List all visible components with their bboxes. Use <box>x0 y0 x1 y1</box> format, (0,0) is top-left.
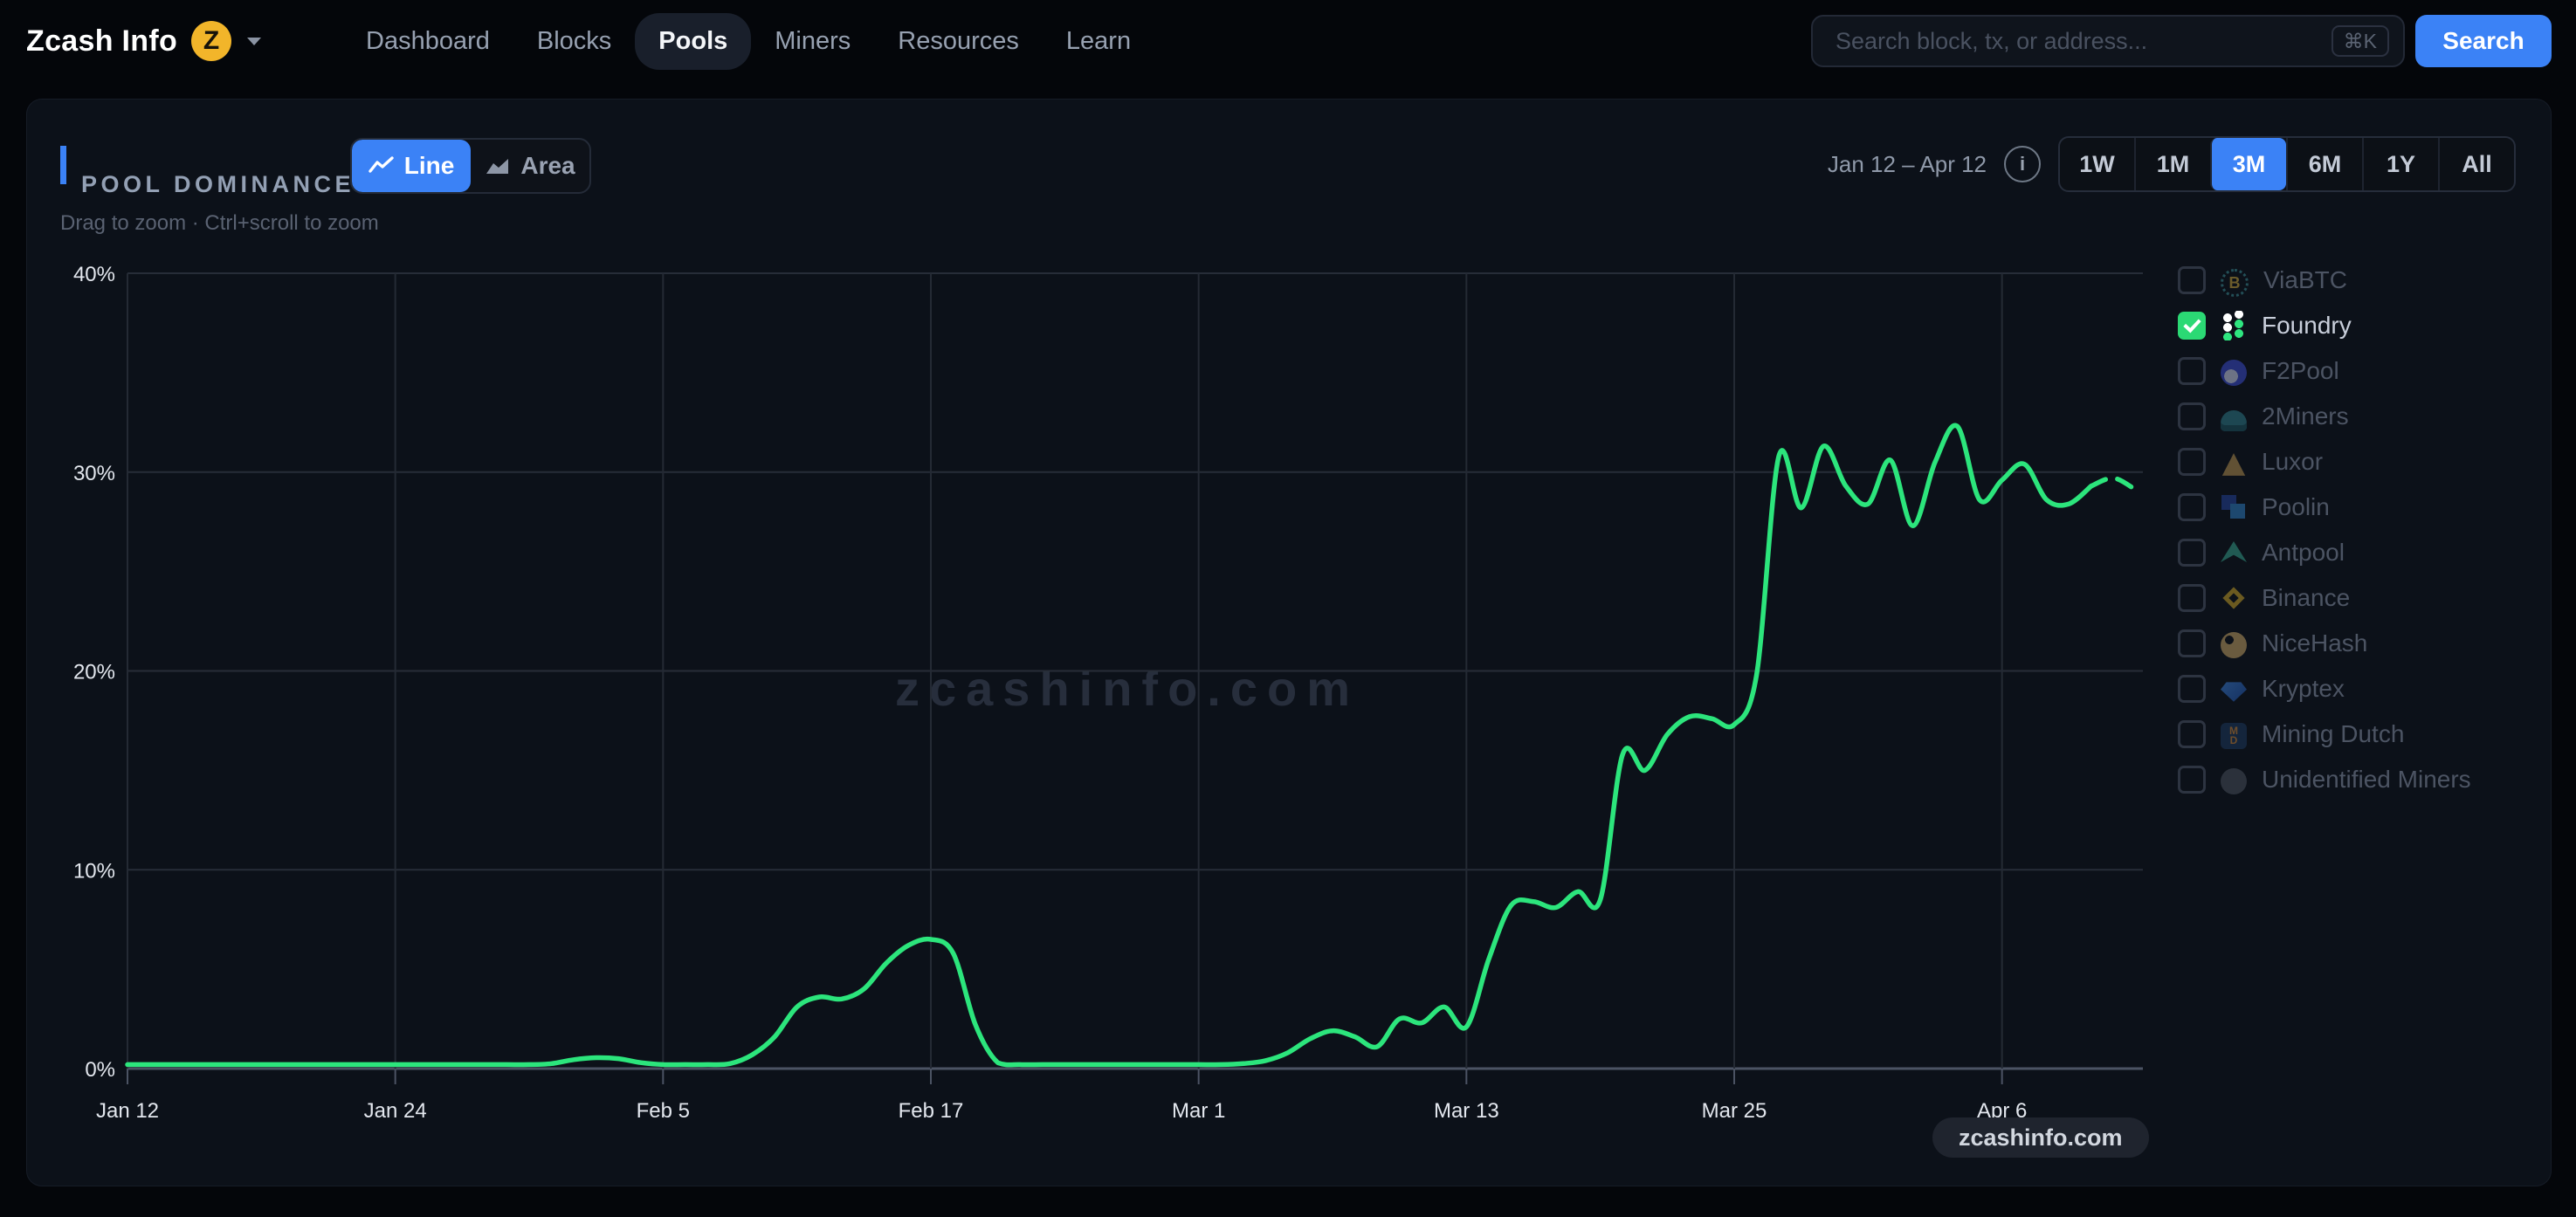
antpool-pool-icon <box>2221 541 2247 562</box>
2miners-pool-icon <box>2221 410 2247 431</box>
unchecked-checkbox[interactable] <box>2178 357 2206 385</box>
binance-pool-icon <box>2221 583 2247 613</box>
nav-item-blocks[interactable]: Blocks <box>513 13 635 70</box>
brand-title: Zcash Info <box>26 24 178 58</box>
brand[interactable]: Zcash Info Z <box>26 0 262 82</box>
y-axis-label: 20% <box>73 661 115 684</box>
legend-label: NiceHash <box>2262 629 2368 657</box>
x-axis-label: Jan 24 <box>364 1099 427 1123</box>
foundry-series-line-latest-dashed <box>2089 475 2139 492</box>
y-axis-label: 40% <box>73 263 115 286</box>
x-axis-label: Mar 13 <box>1434 1099 1499 1123</box>
pool-legend: ViaBTC Foundry F2Pool 2Miners Luxor Poolin Ant… <box>2178 258 2471 802</box>
pool-icon-letters: MD <box>2229 725 2238 746</box>
unchecked-checkbox[interactable] <box>2178 629 2206 657</box>
search-box: ⌘K <box>1811 15 2405 67</box>
main-menu: Dashboard Blocks Pools Miners Resources Learn <box>342 0 1154 82</box>
kryptex-pool-icon <box>2221 682 2247 702</box>
unchecked-checkbox[interactable] <box>2178 584 2206 612</box>
kbd-shortcut-badge: ⌘K <box>2331 25 2389 57</box>
unchecked-checkbox[interactable] <box>2178 720 2206 748</box>
legend-item-binance[interactable]: Binance <box>2178 575 2471 621</box>
legend-label: Foundry <box>2262 312 2352 339</box>
mining-dutch-pool-icon: MD <box>2221 723 2247 749</box>
legend-item-foundry[interactable]: Foundry <box>2178 303 2471 348</box>
search-button[interactable]: Search <box>2415 15 2552 67</box>
unchecked-checkbox[interactable] <box>2178 493 2206 521</box>
legend-item-mining-dutch[interactable]: M D Mining Dutch <box>2178 712 2471 757</box>
legend-item-poolin[interactable]: Poolin <box>2178 485 2471 530</box>
y-axis-label: 0% <box>85 1058 115 1082</box>
x-axis-label: Jan 12 <box>96 1099 159 1123</box>
legend-label: Poolin <box>2262 493 2330 520</box>
y-axis-label: 30% <box>73 462 115 485</box>
legend-label: 2Miners <box>2262 402 2349 430</box>
legend-label: Binance <box>2262 584 2351 611</box>
x-axis-label: Mar 1 <box>1172 1099 1225 1123</box>
legend-label: F2Pool <box>2262 357 2339 384</box>
unchecked-checkbox[interactable] <box>2178 266 2206 294</box>
x-axis-label: Feb 5 <box>637 1099 690 1123</box>
legend-item-luxor[interactable]: Luxor <box>2178 439 2471 485</box>
top-nav-bar: Zcash Info Z Dashboard Blocks Pools Miners R… <box>0 0 2576 82</box>
legend-item-unidentified-miners[interactable]: Unidentified Miners <box>2178 757 2471 802</box>
unidentified-miners-pool-icon <box>2221 768 2247 794</box>
chart-gridlines <box>127 272 2143 1084</box>
unchecked-checkbox[interactable] <box>2178 675 2206 703</box>
y-axis-label: 10% <box>73 859 115 883</box>
legend-item-f2pool[interactable]: F2Pool <box>2178 348 2471 394</box>
luxor-pool-icon <box>2221 453 2246 476</box>
legend-item-2miners[interactable]: 2Miners <box>2178 394 2471 439</box>
site-badge: zcashinfo.com <box>1932 1117 2149 1158</box>
legend-item-antpool[interactable]: Antpool <box>2178 530 2471 575</box>
legend-label: Kryptex <box>2262 675 2345 702</box>
foundry-pool-icon <box>2221 311 2247 340</box>
legend-item-kryptex[interactable]: Kryptex <box>2178 666 2471 712</box>
unchecked-checkbox[interactable] <box>2178 448 2206 476</box>
legend-item-viabtc[interactable]: ViaBTC <box>2178 258 2471 303</box>
checked-checkbox[interactable] <box>2178 312 2206 340</box>
x-axis-label: Feb 17 <box>899 1099 964 1123</box>
search-input[interactable] <box>1811 15 2405 67</box>
nicehash-pool-icon <box>2221 632 2247 658</box>
foundry-series-line <box>125 423 2094 1068</box>
nav-item-resources[interactable]: Resources <box>874 13 1043 70</box>
unchecked-checkbox[interactable] <box>2178 766 2206 794</box>
zcash-coin-icon: Z <box>191 21 232 61</box>
legend-label: ViaBTC <box>2263 266 2347 293</box>
viabtc-pool-icon <box>2221 269 2249 297</box>
unchecked-checkbox[interactable] <box>2178 402 2206 430</box>
legend-label: Mining Dutch <box>2262 720 2405 747</box>
legend-label: Unidentified Miners <box>2262 766 2471 793</box>
chevron-down-icon[interactable] <box>247 37 262 45</box>
nav-item-miners[interactable]: Miners <box>751 13 874 70</box>
poolin-pool-icon <box>2221 492 2247 522</box>
legend-label: Luxor <box>2262 448 2324 475</box>
nav-item-learn[interactable]: Learn <box>1043 13 1154 70</box>
pool-dominance-card: POOL DOMINANCE Line Area Jan 12 – Apr 12 … <box>26 99 2552 1186</box>
legend-label: Antpool <box>2262 539 2345 566</box>
f2pool-pool-icon <box>2221 360 2247 386</box>
nav-item-dashboard[interactable]: Dashboard <box>342 13 513 70</box>
dominance-chart[interactable]: 0% 10% 20% 30% 40% Jan 12 Jan 24 Feb 5 Feb 17 Mar… <box>27 100 2551 1186</box>
search-area: ⌘K Search <box>1811 15 2552 67</box>
legend-item-nicehash[interactable]: NiceHash <box>2178 621 2471 666</box>
nav-item-pools[interactable]: Pools <box>635 12 752 70</box>
unchecked-checkbox[interactable] <box>2178 539 2206 567</box>
x-axis-label: Mar 25 <box>1702 1099 1767 1123</box>
